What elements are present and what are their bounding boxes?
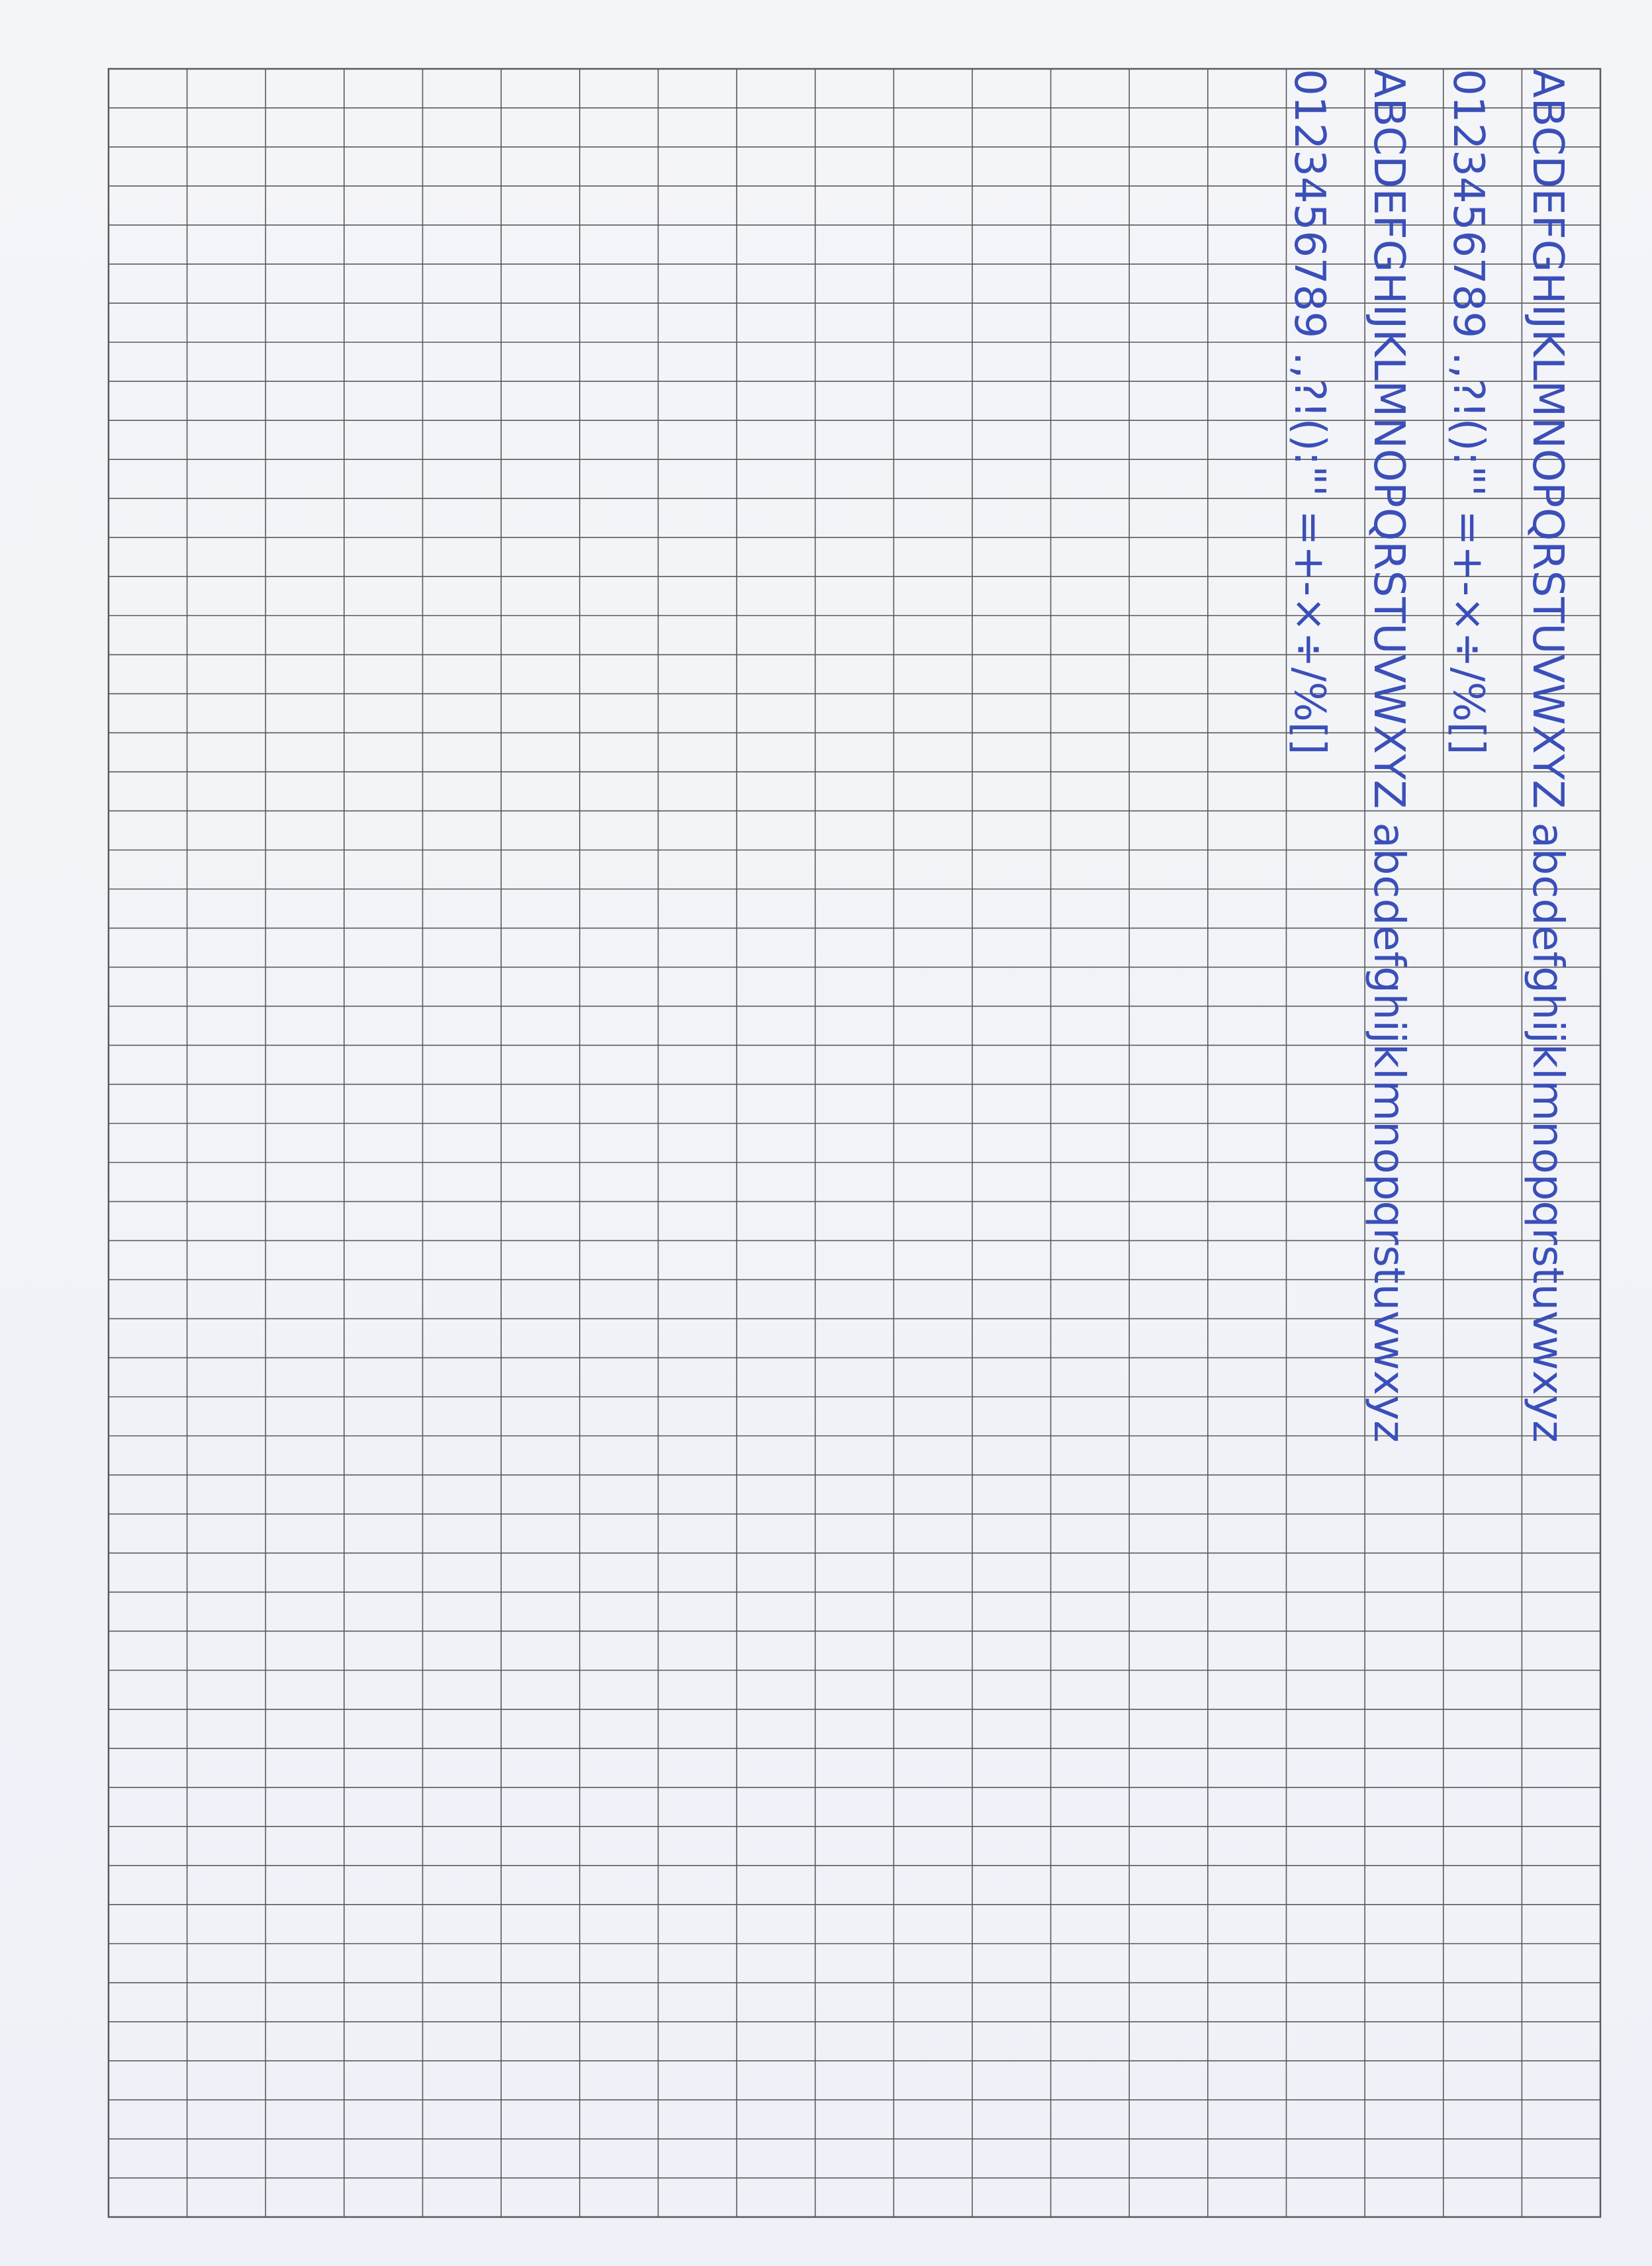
handwritten-row-1: ABCDEFGHIJKLMNOPQRSTUVWXYZ abcdefghijklm… [1523, 69, 1572, 1443]
handwritten-row-2: 0123456789 .,?!():"' =+-×÷/%[] [1444, 69, 1492, 755]
paper-sheet: ABCDEFGHIJKLMNOPQRSTUVWXYZ abcdefghijklm… [0, 0, 1652, 2266]
handwritten-row-4: 0123456789 .,?!():"' =+-×÷/%[] [1285, 69, 1334, 755]
handwritten-row-3: ABCDEFGHIJKLMNOPQRSTUVWXYZ abcdefghijklm… [1364, 69, 1413, 1443]
